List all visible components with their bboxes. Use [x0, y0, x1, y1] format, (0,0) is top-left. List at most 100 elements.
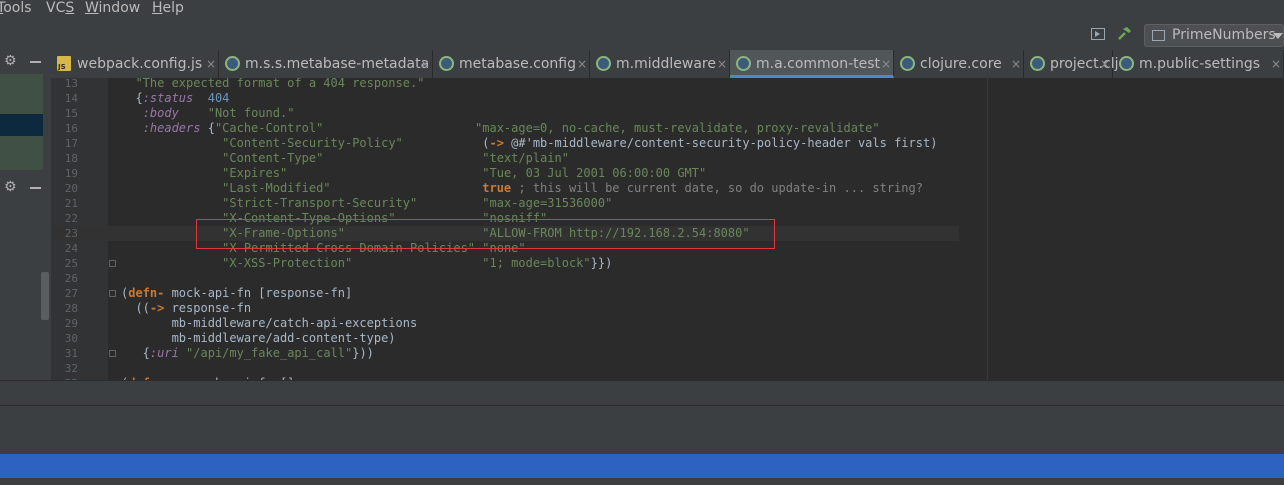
code-token: "text/plain" [482, 151, 569, 165]
code-line[interactable]: 16 :headers {"Cache-Control" "max-age=0,… [51, 121, 959, 136]
tree-row[interactable] [0, 74, 43, 114]
tab-project-clj[interactable]: project.clj × [1024, 50, 1119, 78]
menu-window[interactable]: Window [85, 0, 140, 17]
code-text: "The expected format of a 404 response." [121, 78, 424, 91]
close-icon[interactable]: × [717, 57, 727, 71]
close-icon[interactable]: × [1100, 57, 1110, 71]
code-line[interactable]: 13 "The expected format of a 404 respons… [51, 78, 959, 91]
tab-m-a-common-test[interactable]: m.a.common-test × [730, 50, 894, 78]
tab-label: m.public-settings [1139, 56, 1261, 72]
code-line[interactable]: 28 ((-> response-fn [51, 301, 959, 316]
code-line[interactable]: 14 {:status 404 [51, 91, 959, 106]
line-number: 31 [64, 347, 78, 360]
close-icon[interactable]: × [1011, 57, 1021, 71]
code-line[interactable]: 19 "Expires" "Tue, 03 Jul 2001 06:00:00 … [51, 166, 959, 181]
code-token: -> [489, 136, 504, 150]
code-token: })) [352, 346, 374, 360]
clojure-file-icon [596, 56, 611, 71]
hammer-build-icon[interactable] [1116, 26, 1132, 42]
code-text: mb-middleware/add-content-type) [121, 331, 396, 346]
bottom-tool-strip [0, 380, 1284, 406]
code-line[interactable]: 27 (defn- mock-api-fn [response-fn] [51, 286, 959, 301]
code-text: "Expires" "Tue, 03 Jul 2001 06:00:00 GMT… [121, 166, 706, 181]
chevron-down-icon [1273, 33, 1283, 39]
line-number: 30 [64, 332, 78, 345]
line-number: 15 [64, 107, 78, 120]
editor-empty-area[interactable] [959, 78, 1284, 380]
run-window-icon[interactable] [1091, 28, 1105, 40]
tab-clojure-core[interactable]: clojure.core × [894, 50, 1024, 78]
line-number: 13 [64, 78, 78, 90]
code-token: ; this will be current date, so do updat… [511, 181, 923, 195]
tab-m-middleware[interactable]: m.middleware × [590, 50, 730, 78]
line-number: 23 [64, 227, 78, 240]
menu-help[interactable]: Help [152, 0, 184, 17]
run-config-icon [1152, 30, 1165, 41]
code-line[interactable]: 25 "X-XSS-Protection" "1; mode=block"}}) [51, 256, 959, 271]
code-editor[interactable]: 13 "The expected format of a 404 respons… [51, 78, 959, 380]
fold-marker-icon[interactable] [109, 260, 116, 267]
close-icon[interactable]: × [1271, 57, 1281, 71]
tab-metabase-config[interactable]: metabase.config × [433, 50, 590, 78]
gear-icon[interactable]: ⚙ [4, 54, 17, 68]
js-file-icon [57, 56, 71, 71]
code-line[interactable]: 26 [51, 271, 959, 286]
tab-label: metabase.config [459, 56, 576, 72]
code-line[interactable]: 17 "Content-Security-Policy" (-> @#'mb-m… [51, 136, 959, 151]
code-text: (defn- mock-api-fn [response-fn] [121, 286, 352, 301]
bottom-edge [0, 478, 1284, 485]
run-configuration-select[interactable]: PrimeNumbers [1144, 24, 1284, 47]
tab-m-s-s-metabase-metadata[interactable]: m.s.s.metabase-metadata × [219, 50, 433, 78]
code-line[interactable]: 18 "Content-Type" "text/plain" [51, 151, 959, 166]
code-line[interactable]: 15 :body "Not found." [51, 106, 959, 121]
tree-row[interactable] [0, 136, 43, 170]
tab-m-public-settings[interactable]: m.public-settings × [1113, 50, 1284, 78]
code-text: :headers {"Cache-Control" "max-age=0, no… [121, 121, 880, 136]
close-icon[interactable]: × [577, 57, 587, 71]
minimize-icon[interactable] [30, 61, 41, 63]
code-line[interactable]: 21 "Strict-Transport-Security" "max-age=… [51, 196, 959, 211]
code-token: "X-XSS-Protection" [222, 256, 353, 270]
code-line[interactable]: 29 mb-middleware/catch-api-exceptions [51, 316, 959, 331]
code-token: "Strict-Transport-Security" [222, 196, 418, 210]
editor-tab-bar: webpack.config.js×m.s.s.metabase-metadat… [51, 50, 1284, 79]
code-line[interactable]: 20 "Last-Modified" true ; this will be c… [51, 181, 959, 196]
code-token: { [121, 346, 150, 360]
fold-marker-icon[interactable] [109, 290, 116, 297]
clojure-file-icon [225, 56, 240, 71]
clojure-file-icon [900, 56, 915, 71]
right-margin-guide [987, 78, 988, 380]
code-token: "Content-Type" [222, 151, 324, 165]
menu-vcs[interactable]: VCS [46, 0, 74, 17]
tree-row-selected[interactable] [0, 114, 43, 136]
tab-label: m.middleware [616, 56, 716, 72]
code-text: ((-> response-fn [121, 301, 251, 316]
line-number: 25 [64, 257, 78, 270]
line-number: 29 [64, 317, 78, 330]
clojure-file-icon [1030, 56, 1045, 71]
gear-icon[interactable]: ⚙ [4, 180, 17, 194]
close-icon[interactable]: × [420, 57, 430, 71]
tab-webpack-config-js[interactable]: webpack.config.js× [51, 50, 219, 78]
panel-scrollbar[interactable] [41, 272, 49, 320]
annotation-highlight-box [196, 219, 775, 249]
code-token: mb-middleware/add-content-type) [121, 331, 396, 345]
menu-tools[interactable]: Tools [0, 0, 32, 17]
minimize-icon[interactable] [30, 187, 41, 189]
fold-marker-icon[interactable] [109, 350, 116, 357]
code-token: "Cache-Control" [214, 121, 324, 135]
code-token: :uri [149, 346, 179, 360]
code-line[interactable]: 31 {:uri "/api/my_fake_api_call"})) [51, 346, 959, 361]
code-line[interactable]: 30 mb-middleware/add-content-type) [51, 331, 959, 346]
bottom-panel [0, 406, 1284, 454]
code-line[interactable]: 32 [51, 361, 959, 376]
code-token: "Content-Security-Policy" [222, 136, 403, 150]
line-number: 21 [64, 197, 78, 210]
close-icon[interactable]: × [206, 57, 216, 71]
close-icon[interactable]: × [881, 57, 891, 71]
